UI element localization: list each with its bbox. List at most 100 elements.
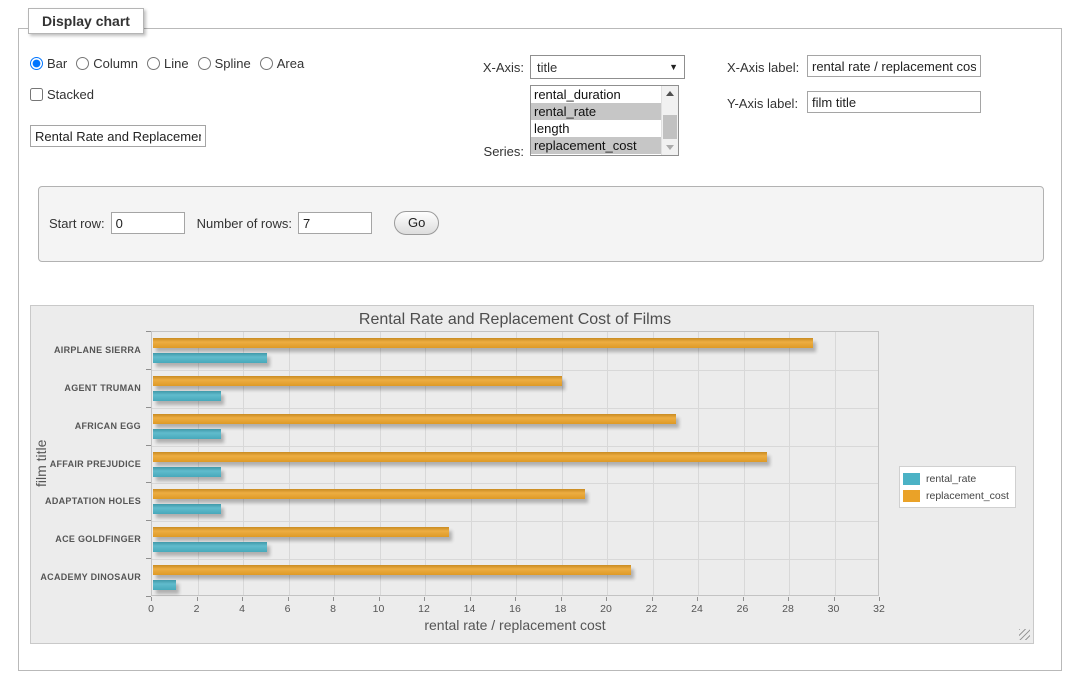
chart-type-option-area[interactable]: Area — [260, 56, 304, 71]
x-tick-label: 30 — [814, 603, 854, 615]
x-axis-tick — [197, 597, 198, 601]
y-axis-tick — [146, 520, 151, 521]
x-axis-select-label: X-Axis: — [420, 60, 524, 75]
chart-type-label: Column — [93, 56, 138, 71]
chart-type-radio-spline[interactable] — [198, 57, 211, 70]
gridline-vertical — [562, 332, 563, 595]
gridline-vertical — [835, 332, 836, 595]
scroll-down-button[interactable] — [662, 140, 678, 155]
x-axis-tick — [424, 597, 425, 601]
x-axis-tick — [515, 597, 516, 601]
y-axis-label-input[interactable] — [807, 91, 981, 113]
number-of-rows-input[interactable] — [298, 212, 372, 234]
gridline-vertical — [744, 332, 745, 595]
series-option-rental_duration[interactable]: rental_duration — [531, 86, 661, 103]
x-tick-label: 28 — [768, 603, 808, 615]
x-axis-tick — [333, 597, 334, 601]
x-axis-tick — [697, 597, 698, 601]
x-tick-label: 12 — [404, 603, 444, 615]
go-button[interactable]: Go — [394, 211, 439, 235]
bar-rental_rate — [153, 391, 221, 401]
x-axis-tick — [788, 597, 789, 601]
chart-type-radio-bar[interactable] — [30, 57, 43, 70]
stacked-checkbox-row[interactable]: Stacked — [30, 87, 94, 102]
y-axis-tick — [146, 445, 151, 446]
x-axis-label-input[interactable] — [807, 55, 981, 77]
x-tick-label: 2 — [177, 603, 217, 615]
chart-type-radio-area[interactable] — [260, 57, 273, 70]
series-option-length[interactable]: length — [531, 120, 661, 137]
gridline-vertical — [289, 332, 290, 595]
x-tick-label: 8 — [313, 603, 353, 615]
chart-type-radio-line[interactable] — [147, 57, 160, 70]
chart-type-label: Bar — [47, 56, 67, 71]
arrow-down-icon — [666, 145, 674, 150]
x-tick-label: 14 — [450, 603, 490, 615]
y-axis-label-label: Y-Axis label: — [727, 96, 798, 111]
x-axis-tick — [743, 597, 744, 601]
bar-rental_rate — [153, 429, 221, 439]
x-axis-select[interactable]: title ▼ — [530, 55, 685, 79]
chart-type-option-spline[interactable]: Spline — [198, 56, 251, 71]
stacked-label: Stacked — [47, 87, 94, 102]
chart-type-option-bar[interactable]: Bar — [30, 56, 67, 71]
y-axis-tick — [146, 369, 151, 370]
gridline-vertical — [198, 332, 199, 595]
gridline-horizontal — [152, 483, 878, 484]
gridline-horizontal — [152, 559, 878, 560]
x-axis-tick — [288, 597, 289, 601]
scroll-up-button[interactable] — [662, 86, 678, 101]
start-row-input[interactable] — [111, 212, 185, 234]
x-tick-label: 20 — [586, 603, 626, 615]
stacked-checkbox[interactable] — [30, 88, 43, 101]
y-axis-tick — [146, 482, 151, 483]
chart-type-label: Spline — [215, 56, 251, 71]
bar-replacement_cost — [153, 376, 562, 386]
scrollbar-thumb[interactable] — [663, 115, 677, 139]
chart-type-option-line[interactable]: Line — [147, 56, 189, 71]
bar-replacement_cost — [153, 338, 813, 348]
listbox-scrollbar[interactable] — [661, 86, 678, 155]
series-option-rental_rate[interactable]: rental_rate — [531, 103, 661, 120]
arrow-up-icon — [666, 91, 674, 96]
category-label: ACADEMY DINOSAUR — [31, 572, 141, 582]
start-row-label: Start row: — [49, 216, 105, 231]
bar-rental_rate — [153, 353, 267, 363]
bar-rental_rate — [153, 467, 221, 477]
category-label: AFRICAN EGG — [31, 421, 141, 431]
x-axis-tick — [379, 597, 380, 601]
x-tick-label: 0 — [131, 603, 171, 615]
category-label: ACE GOLDFINGER — [31, 534, 141, 544]
x-tick-label: 18 — [541, 603, 581, 615]
resize-handle-icon[interactable] — [1019, 629, 1030, 640]
x-tick-label: 10 — [359, 603, 399, 615]
series-listbox[interactable]: rental_durationrental_ratelengthreplacem… — [530, 85, 679, 156]
bar-replacement_cost — [153, 565, 631, 575]
x-axis-tick — [561, 597, 562, 601]
gridline-vertical — [607, 332, 608, 595]
chart-title-input[interactable] — [30, 125, 206, 147]
gridline-vertical — [698, 332, 699, 595]
category-label: ADAPTATION HOLES — [31, 496, 141, 506]
x-axis-select-value: title — [537, 60, 665, 75]
x-axis-tick — [879, 597, 880, 601]
gridline-vertical — [425, 332, 426, 595]
series-listbox-label: Series: — [420, 144, 524, 159]
legend-swatch — [903, 473, 920, 485]
gridline-vertical — [471, 332, 472, 595]
bar-replacement_cost — [153, 414, 676, 424]
x-axis-tick — [606, 597, 607, 601]
series-option-replacement_cost[interactable]: replacement_cost — [531, 137, 661, 154]
chart-type-radio-column[interactable] — [76, 57, 89, 70]
y-axis-tick — [146, 596, 151, 597]
y-axis-tick — [146, 407, 151, 408]
number-of-rows-label: Number of rows: — [197, 216, 292, 231]
x-tick-label: 6 — [268, 603, 308, 615]
chart-container: Rental Rate and Replacement Cost of Film… — [30, 305, 1034, 644]
category-label: AGENT TRUMAN — [31, 383, 141, 393]
gridline-horizontal — [152, 408, 878, 409]
x-axis-tick — [470, 597, 471, 601]
chart-type-option-column[interactable]: Column — [76, 56, 138, 71]
chart-title: Rental Rate and Replacement Cost of Film… — [151, 311, 879, 329]
gridline-vertical — [653, 332, 654, 595]
